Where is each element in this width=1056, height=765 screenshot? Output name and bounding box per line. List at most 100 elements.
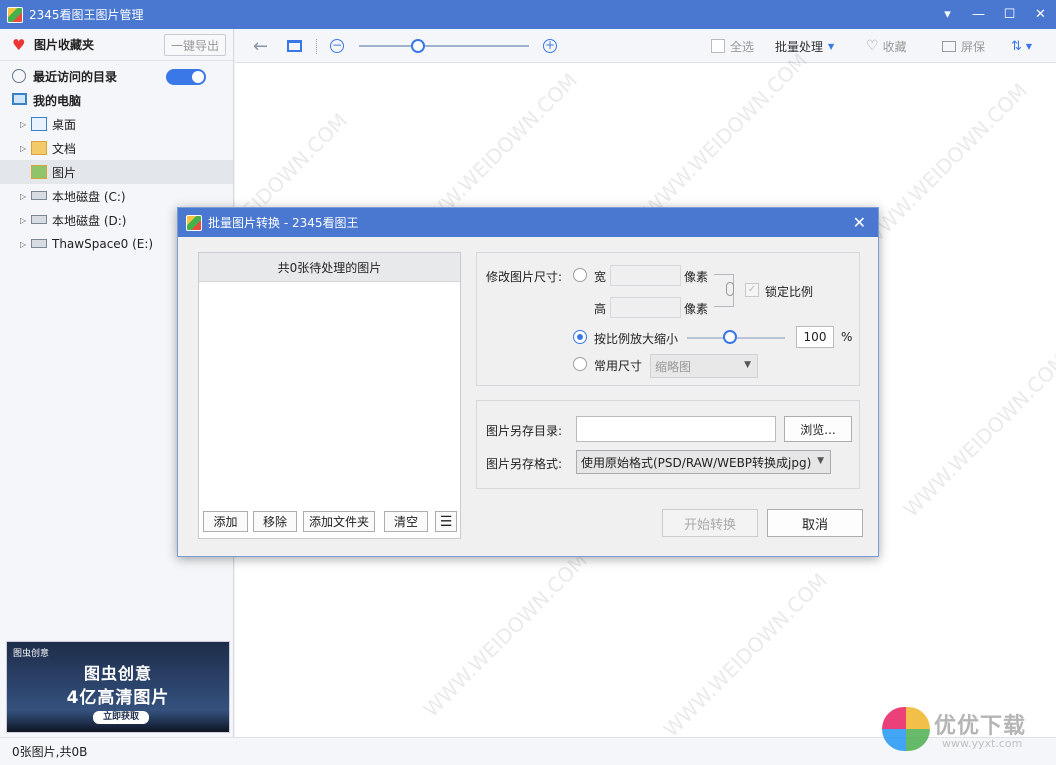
add-button[interactable]: 添加 xyxy=(203,511,248,532)
select-all-checkbox[interactable]: 全选 xyxy=(711,29,754,63)
recent-toggle[interactable] xyxy=(166,69,206,85)
height-input[interactable] xyxy=(610,297,681,318)
zoom-in-icon[interactable]: + xyxy=(543,29,557,63)
chevron-down-icon: ▼ xyxy=(1025,41,1033,51)
ad-banner[interactable]: 图虫创意 图虫创意 4亿高清图片 立即获取 xyxy=(6,641,230,733)
recent-label: 最近访问的目录 xyxy=(33,69,118,84)
height-unit: 像素 xyxy=(684,302,709,316)
close-button[interactable]: ✕ xyxy=(1025,0,1056,29)
my-computer[interactable]: 我的电脑 xyxy=(0,88,233,112)
sidebar-item-desktop[interactable]: ▷ 桌面 xyxy=(0,112,233,136)
toolbar-separator xyxy=(316,39,317,54)
clear-button[interactable]: 清空 xyxy=(384,511,428,532)
height-label: 高 xyxy=(594,302,607,316)
chevron-down-icon: ▼ xyxy=(817,456,824,466)
one-click-export-button[interactable]: 一键导出 xyxy=(164,34,226,56)
width-input[interactable] xyxy=(610,265,681,286)
sidebar-item-label: 本地磁盘 (D:) xyxy=(52,213,127,228)
favorite-button[interactable]: ♡ 收藏 xyxy=(866,29,907,63)
save-format-value: 使用原始格式(PSD/RAW/WEBP转换成jpg) xyxy=(581,455,812,470)
sidebar-item-label: 桌面 xyxy=(52,117,77,132)
window-title: 2345看图王图片管理 xyxy=(29,8,144,22)
zoom-slider-thumb[interactable] xyxy=(411,39,425,53)
sort-menu-button[interactable]: ⇅ ▼ xyxy=(1011,29,1032,63)
dialog-title: 批量图片转换 - 2345看图王 xyxy=(208,216,359,230)
lock-ratio-label: 锁定比例 xyxy=(765,285,814,299)
upload-folder-icon[interactable] xyxy=(287,29,302,63)
expand-arrow-icon[interactable]: ▷ xyxy=(20,120,26,129)
width-unit: 像素 xyxy=(684,270,709,284)
watermark: WWW.WEIDOWN.COM xyxy=(658,568,833,742)
scale-label: 按比例放大缩小 xyxy=(594,332,679,346)
watermark: WWW.WEIDOWN.COM xyxy=(638,48,813,222)
add-folder-button[interactable]: 添加文件夹 xyxy=(303,511,375,532)
dropdown-menu-icon[interactable]: ▾ xyxy=(932,0,963,29)
watermark: WWW.WEIDOWN.COM xyxy=(418,548,593,722)
scale-unit: % xyxy=(841,330,853,344)
sort-arrows-icon: ⇅ xyxy=(1011,38,1022,54)
screensaver-button[interactable]: 屏保 xyxy=(942,29,985,63)
common-size-radio[interactable] xyxy=(573,357,587,371)
pending-images-list[interactable]: 共0张待处理的图片 添加 移除 添加文件夹 清空 ☰ xyxy=(198,252,461,539)
drive-icon xyxy=(31,239,47,248)
common-size-select[interactable]: 缩略图 ▼ xyxy=(650,354,758,378)
screensaver-label: 屏保 xyxy=(961,39,986,54)
clock-icon xyxy=(12,69,26,83)
browse-button[interactable]: 浏览... xyxy=(784,416,852,442)
expand-arrow-icon[interactable]: ▷ xyxy=(20,240,26,249)
heart-icon: ♥ xyxy=(12,35,26,54)
expand-arrow-icon[interactable]: ▷ xyxy=(20,192,26,201)
chevron-down-icon: ▼ xyxy=(744,360,751,370)
drive-icon xyxy=(31,191,47,200)
list-actions: 添加 移除 添加文件夹 清空 ☰ xyxy=(199,505,460,538)
favorites-bar: ♥ 图片收藏夹 一键导出 xyxy=(0,29,233,61)
toolbar: ← − + 全选 批量处理 ▼ ♡ 收藏 屏保 ⇅ ▼ xyxy=(235,29,1056,63)
dialog-title-bar: 批量图片转换 - 2345看图王 ✕ xyxy=(178,208,878,237)
heart-outline-icon: ♡ xyxy=(866,38,879,54)
site-logo-name: 优优下载 xyxy=(934,714,1027,739)
chain-link-icon xyxy=(726,282,734,296)
lock-ratio-checkbox[interactable]: ✓ xyxy=(745,283,759,297)
remove-button[interactable]: 移除 xyxy=(253,511,297,532)
start-convert-button[interactable]: 开始转换 xyxy=(662,509,758,537)
minimize-button[interactable]: — xyxy=(963,0,994,29)
recent-directories[interactable]: 最近访问的目录 xyxy=(0,64,233,88)
status-text: 0张图片,共0B xyxy=(12,745,88,759)
ad-headline: 图虫创意 xyxy=(83,664,152,683)
sidebar-item-label: 图片 xyxy=(52,165,77,180)
zoom-slider-track[interactable] xyxy=(359,45,529,47)
sidebar-item-label: 本地磁盘 (C:) xyxy=(52,189,126,204)
save-group: 图片另存目录: 浏览... 图片另存格式: 使用原始格式(PSD/RAW/WEB… xyxy=(476,400,860,489)
common-size-label: 常用尺寸 xyxy=(594,359,643,373)
list-view-icon[interactable]: ☰ xyxy=(435,511,457,532)
my-computer-label: 我的电脑 xyxy=(33,93,82,108)
window-controls: ▾ — ☐ ✕ xyxy=(932,0,1056,29)
cancel-button[interactable]: 取消 xyxy=(767,509,863,537)
scale-slider-thumb[interactable] xyxy=(723,330,737,344)
scale-input[interactable]: 100 xyxy=(796,326,834,348)
sidebar-item-label: 文档 xyxy=(52,141,77,156)
pictures-folder-icon xyxy=(31,165,47,179)
back-arrow-icon[interactable]: ← xyxy=(253,29,268,63)
sidebar-item-pictures[interactable]: 图片 xyxy=(0,160,233,184)
app-logo-icon xyxy=(7,6,23,23)
expand-arrow-icon[interactable]: ▷ xyxy=(20,144,26,153)
pending-images-header: 共0张待处理的图片 xyxy=(199,253,460,282)
ad-cta-button[interactable]: 立即获取 xyxy=(93,711,149,724)
sidebar-item-documents[interactable]: ▷ 文档 xyxy=(0,136,233,160)
chevron-down-icon: ▼ xyxy=(828,41,835,51)
checkbox-icon xyxy=(711,39,725,53)
save-format-select[interactable]: 使用原始格式(PSD/RAW/WEBP转换成jpg) ▼ xyxy=(576,450,831,474)
close-icon[interactable]: ✕ xyxy=(853,213,866,232)
scale-radio[interactable] xyxy=(573,330,587,344)
monitor-icon xyxy=(942,40,956,52)
drive-icon xyxy=(31,215,47,224)
ad-brand: 图虫创意 xyxy=(13,649,50,659)
sidebar-item-drive-c[interactable]: ▷ 本地磁盘 (C:) xyxy=(0,184,233,208)
zoom-out-icon[interactable]: − xyxy=(330,29,344,63)
maximize-button[interactable]: ☐ xyxy=(994,0,1025,29)
expand-arrow-icon[interactable]: ▷ xyxy=(20,216,26,225)
custom-size-radio[interactable] xyxy=(573,268,587,282)
save-dir-input[interactable] xyxy=(576,416,776,442)
save-format-label: 图片另存格式: xyxy=(486,457,563,471)
